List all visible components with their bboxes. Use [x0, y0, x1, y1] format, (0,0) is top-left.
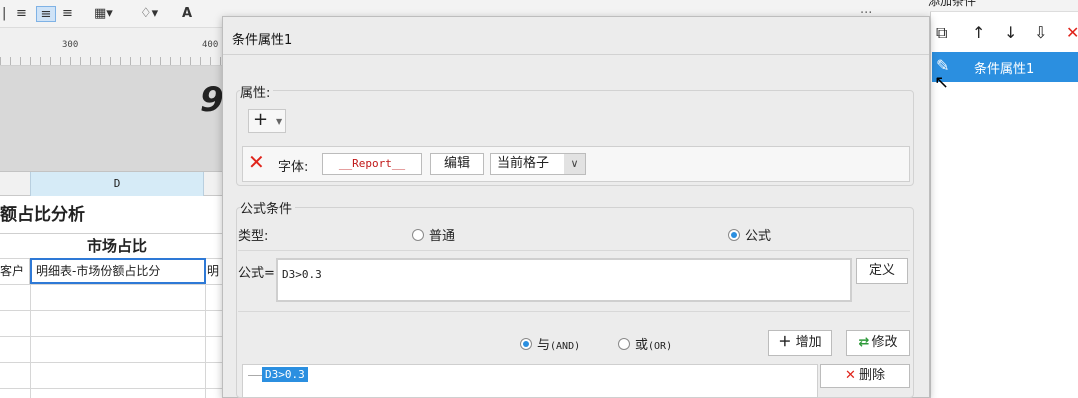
grid-line	[30, 284, 31, 398]
formula-input[interactable]: D3>0.3	[276, 258, 852, 302]
radio-icon	[412, 229, 424, 241]
close-icon[interactable]: ✕	[1066, 22, 1078, 44]
grid-line	[0, 284, 232, 285]
modify-condition-button[interactable]: ⇄ 修改	[846, 330, 910, 356]
delete-condition-button[interactable]: ✕ 删除	[820, 364, 910, 388]
tree-connector	[248, 375, 262, 376]
type-normal-radio[interactable]: 普通	[412, 225, 455, 244]
radio-selected-icon	[520, 338, 532, 350]
border-icon[interactable]: ▦▾	[94, 6, 113, 22]
ruler-mark: 400	[202, 40, 219, 50]
grid-line	[0, 388, 232, 389]
grid-line	[0, 362, 232, 363]
attribute-legend: 属性:	[240, 82, 274, 101]
condition-entry[interactable]: D3>0.3	[262, 367, 308, 382]
radio-selected-icon	[728, 229, 740, 241]
arrow-up-icon[interactable]: ↑	[972, 22, 985, 44]
logic-or-code: (OR)	[648, 341, 673, 352]
fill-color-icon[interactable]: ♢▾	[140, 6, 158, 22]
formula-label: 公式=	[238, 266, 275, 281]
arrow-down-icon[interactable]: ↓	[1004, 22, 1017, 44]
sheet-title-cell[interactable]: 额占比分析	[0, 196, 232, 234]
report-header-band	[0, 66, 232, 172]
delete-condition-label: 删除	[858, 368, 885, 383]
dialog-divider	[223, 54, 929, 55]
ruler-ticks	[0, 57, 232, 65]
font-label: 字体:	[278, 160, 309, 175]
market-share-header-cell[interactable]: 市场占比	[30, 234, 204, 258]
close-icon: ✕	[845, 368, 856, 383]
ruler: 300 400	[0, 28, 232, 66]
column-header-d[interactable]: D	[30, 172, 204, 196]
copy-icon[interactable]: ⧉	[936, 22, 947, 44]
align-center-icon[interactable]: ≡	[36, 6, 56, 22]
panel-title: 添加条件	[928, 0, 977, 8]
chevron-down-icon[interactable]: ▼	[276, 117, 282, 126]
grid-line	[0, 336, 232, 337]
customer-cell[interactable]: 客户	[0, 258, 30, 284]
remove-attribute-icon[interactable]: ✕	[248, 150, 265, 174]
modify-icon: ⇄	[858, 335, 870, 350]
radio-icon	[618, 338, 630, 350]
logic-and-radio[interactable]: 与(AND)	[520, 334, 580, 353]
separator: |	[2, 6, 7, 21]
type-formula-radio[interactable]: 公式	[728, 225, 771, 244]
logic-and-label: 与	[537, 338, 551, 353]
add-condition-button[interactable]: ＋ 增加	[768, 330, 832, 356]
dialog-title: 条件属性1	[232, 33, 293, 48]
define-button[interactable]: 定义	[856, 258, 908, 284]
logic-or-label: 或	[635, 338, 649, 353]
header-glyph: 9	[200, 80, 224, 120]
align-right-icon[interactable]: ≡	[62, 6, 73, 22]
type-label: 类型:	[238, 229, 269, 244]
font-preview-text: Report	[352, 157, 392, 170]
align-left-icon[interactable]: ≡	[16, 6, 27, 22]
sort-icon[interactable]: ⇩	[1034, 22, 1047, 44]
type-normal-label: 普通	[429, 229, 456, 244]
font-preview-box[interactable]: __Report__	[322, 153, 422, 175]
grid-line	[205, 284, 206, 398]
formula-condition-legend: 公式条件	[240, 198, 296, 217]
edit-font-button[interactable]: 编辑	[430, 153, 484, 175]
condition-item-label: 条件属性1	[974, 62, 1035, 77]
section-divider	[238, 311, 910, 312]
ruler-mark: 300	[62, 40, 79, 50]
font-color-icon[interactable]: A	[182, 6, 192, 22]
chevron-down-icon[interactable]: ∨	[564, 154, 585, 174]
panel-toolbar: ⧉ ↑ ↓ ⇩ ✕	[936, 22, 1078, 46]
grid-line	[0, 310, 232, 311]
logic-and-code: (AND)	[550, 341, 581, 352]
add-condition-label: 增加	[795, 335, 822, 350]
section-divider	[238, 250, 910, 251]
mouse-cursor-icon: ↖	[934, 72, 950, 93]
selected-formula-cell[interactable]: 明细表-市场份额占比分	[30, 258, 206, 284]
logic-or-radio[interactable]: 或(OR)	[618, 334, 672, 353]
type-formula-label: 公式	[745, 229, 772, 244]
modify-condition-label: 修改	[871, 335, 898, 350]
plus-icon: ＋	[778, 335, 792, 350]
condition-list	[242, 364, 818, 398]
